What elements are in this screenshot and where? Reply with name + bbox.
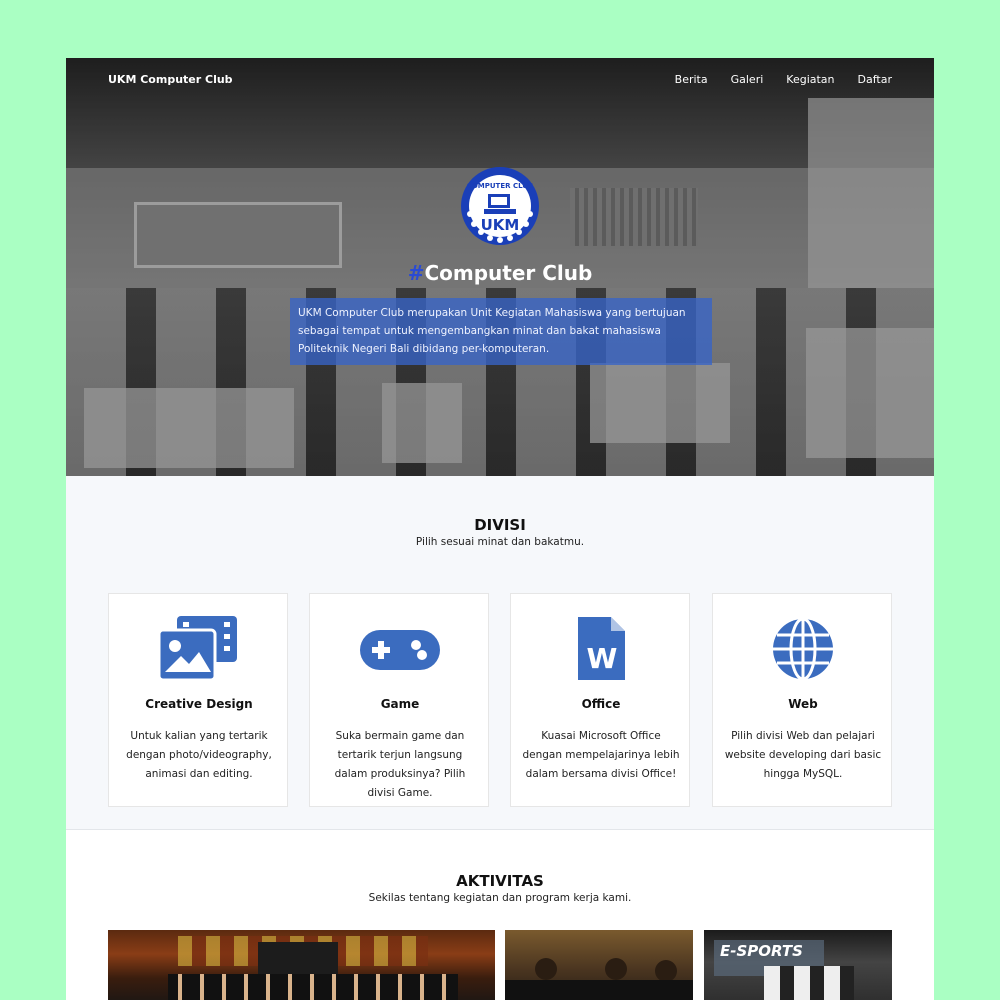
hero-section: UKM Computer Club Berita Galeri Kegiatan… xyxy=(66,58,934,476)
aktivitas-section: AKTIVITAS Sekilas tentang kegiatan dan p… xyxy=(66,831,934,1000)
card-title: Game xyxy=(380,697,420,711)
activity-photo-text: E-SPORTS xyxy=(720,942,803,960)
navbar: UKM Computer Club Berita Galeri Kegiatan… xyxy=(66,58,934,102)
division-card-office[interactable]: W Office Kuasai Microsoft Office dengan … xyxy=(510,593,690,807)
division-card-web[interactable]: Web Pilih divisi Web dan pelajari websit… xyxy=(712,593,892,807)
nav-link-daftar[interactable]: Daftar xyxy=(858,73,892,86)
photo-video-icon xyxy=(159,616,237,682)
nav-link-berita[interactable]: Berita xyxy=(675,73,708,86)
globe-icon xyxy=(773,617,833,681)
nav-link-kegiatan[interactable]: Kegiatan xyxy=(786,73,834,86)
card-title: Creative Design xyxy=(145,697,253,711)
division-card-game[interactable]: Game Suka bermain game dan tertarik terj… xyxy=(309,593,489,807)
nav-link-galeri[interactable]: Galeri xyxy=(731,73,764,86)
aktivitas-title: AKTIVITAS xyxy=(456,872,544,890)
logo-main-text: UKM xyxy=(481,216,520,234)
hero-title-hash: # xyxy=(407,261,425,285)
nav-links: Berita Galeri Kegiatan Daftar xyxy=(675,73,892,86)
hero-description: UKM Computer Club merupakan Unit Kegiata… xyxy=(290,298,712,365)
card-title: Web xyxy=(788,697,818,711)
aktivitas-subtitle: Sekilas tentang kegiatan dan program ker… xyxy=(368,892,632,904)
activity-photo[interactable] xyxy=(108,930,495,1000)
hero-title-text: Computer Club xyxy=(424,261,593,285)
activity-photo[interactable] xyxy=(505,930,693,1000)
divisi-section: DIVISI Pilih sesuai minat dan bakatmu. C… xyxy=(66,476,934,830)
logo-top-text: COMPUTER CLUB xyxy=(467,182,534,190)
word-file-icon: W xyxy=(578,617,625,680)
division-card-creative-design[interactable]: Creative Design Untuk kalian yang tertar… xyxy=(108,593,288,807)
svg-text:W: W xyxy=(587,642,618,675)
hero-title: #Computer Club xyxy=(66,261,934,285)
card-description: Kuasai Microsoft Office dengan mempelaja… xyxy=(522,730,680,780)
ukm-logo: COMPUTER CLUB UKM xyxy=(461,167,539,245)
brand-link[interactable]: UKM Computer Club xyxy=(108,73,233,86)
divisi-subtitle: Pilih sesuai minat dan bakatmu. xyxy=(415,536,585,548)
page: UKM Computer Club Berita Galeri Kegiatan… xyxy=(66,58,934,1000)
card-description: Untuk kalian yang tertarik dengan photo/… xyxy=(126,730,272,780)
divisi-title: DIVISI xyxy=(474,516,526,534)
card-description: Pilih divisi Web dan pelajari website de… xyxy=(724,730,882,780)
gamepad-icon xyxy=(360,630,440,670)
activity-photo[interactable]: E-SPORTS xyxy=(704,930,892,1000)
card-description: Suka bermain game dan tertarik terjun la… xyxy=(334,730,466,799)
card-title: Office xyxy=(581,697,621,711)
